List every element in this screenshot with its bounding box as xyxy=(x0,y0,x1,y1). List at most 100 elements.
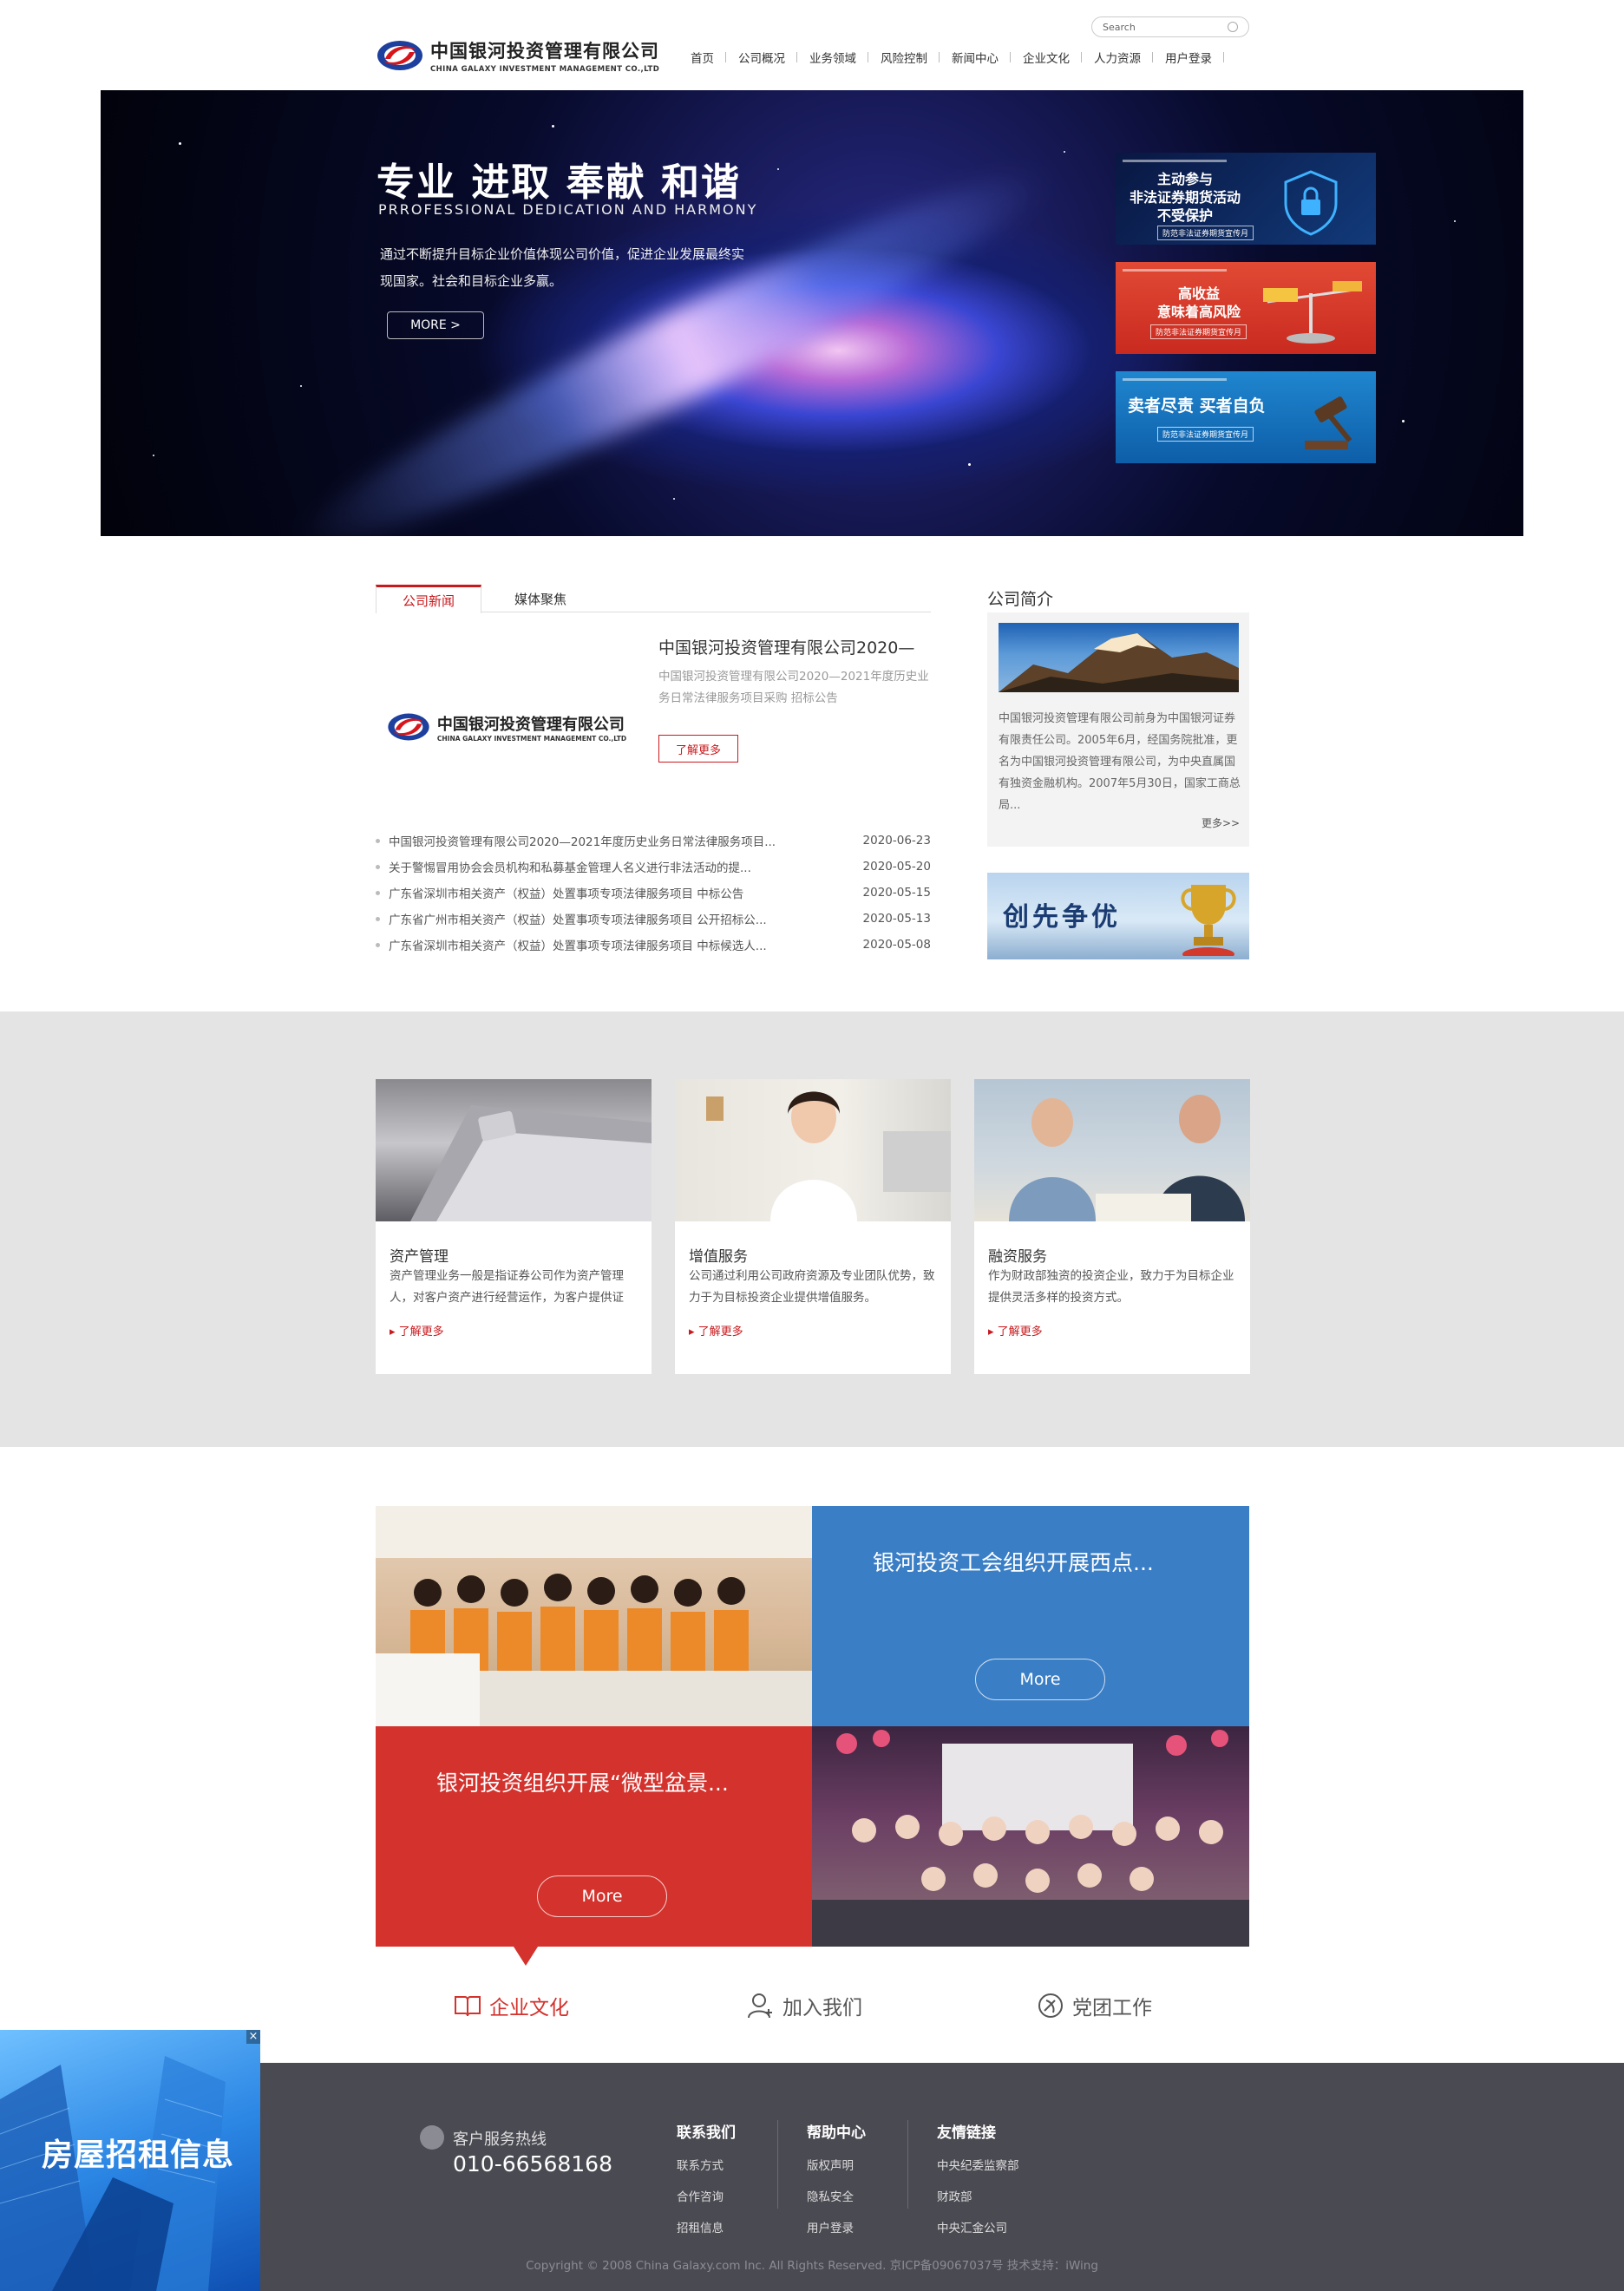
nav-item-business[interactable]: 业务领域 xyxy=(797,49,868,66)
chuangxian-banner[interactable]: 创先争优 xyxy=(987,873,1249,959)
culture-red-more-button[interactable]: More xyxy=(537,1875,667,1917)
footer-link[interactable]: 财政部 xyxy=(937,2187,1019,2204)
promo-banner-2[interactable]: 高收益 意味着高风险 防范非法证券期货宣传月 xyxy=(1116,262,1376,354)
culture-red-title[interactable]: 银河投资组织开展“微型盆景... xyxy=(436,1766,729,1797)
about-mountain-image xyxy=(999,623,1239,692)
footer-col-title: 帮助中心 xyxy=(807,2124,866,2142)
culture-photo-baking[interactable] xyxy=(376,1506,812,1726)
chuangxian-text: 创先争优 xyxy=(1003,902,1121,933)
star xyxy=(1064,151,1065,153)
service-card-asset[interactable]: 资产管理 资产管理业务一般是指证券公司作为资产管理人，对客户资产进行经营运作，为… xyxy=(376,1079,652,1374)
nav-item-risk[interactable]: 风险控制 xyxy=(868,49,940,66)
service-more-link[interactable]: ▸ 了解更多 xyxy=(988,1322,1043,1339)
tab-media-focus[interactable]: 媒体聚焦 xyxy=(506,585,575,612)
footer-link[interactable]: 合作咨询 xyxy=(677,2187,736,2204)
service-description: 作为财政部独资的投资企业，致力于为目标企业提供灵活多样的投资方式。 xyxy=(988,1269,1234,1305)
footer-link[interactable]: 用户登录 xyxy=(807,2218,866,2235)
bullet-icon xyxy=(376,838,380,843)
nav-item-home[interactable]: 首页 xyxy=(685,49,726,66)
star xyxy=(179,142,181,145)
culture-panel-blue: 银河投资工会组织开展西点... More xyxy=(812,1506,1249,1726)
culture-blue-more-button[interactable]: More xyxy=(975,1659,1105,1700)
promo-1-tag: 防范非法证券期货宣传月 xyxy=(1157,226,1254,240)
list-item[interactable]: 广东省深圳市相关资产（权益）处置事项专项法律服务项目 中标公告 2020-05-1… xyxy=(376,880,931,906)
nav-item-hr[interactable]: 人力资源 xyxy=(1082,49,1153,66)
promo-1-line3: 不受保护 xyxy=(1157,207,1214,224)
promo-1-line1: 主动参与 xyxy=(1157,171,1214,187)
star xyxy=(673,498,675,500)
featured-logo-cn: 中国银河投资管理有限公司 xyxy=(436,715,625,734)
tab-corporate-culture[interactable]: 企业文化 xyxy=(453,1990,569,2021)
promo-header-strip xyxy=(1123,160,1227,162)
culture-photo-group[interactable] xyxy=(812,1726,1249,1947)
phone-icon xyxy=(420,2125,444,2150)
hero-banner: 专业 进取 奉献 和谐 PRROFESSIONAL DEDICATION AND… xyxy=(101,90,1523,536)
service-more-link[interactable]: ▸ 了解更多 xyxy=(390,1322,444,1339)
nav-item-company[interactable]: 公司概况 xyxy=(726,49,797,66)
about-heading: 公司简介 xyxy=(987,590,1054,609)
service-more-link[interactable]: ▸ 了解更多 xyxy=(689,1322,743,1339)
list-item[interactable]: 关于警惕冒用协会会员机构和私募基金管理人名义进行非法活动的提... 2020-05… xyxy=(376,854,931,880)
list-item[interactable]: 广东省广州市相关资产（权益）处置事项专项法律服务项目 公开招标公... 2020-… xyxy=(376,906,931,932)
banner-more-button[interactable]: MORE > xyxy=(387,311,484,339)
service-card-financing[interactable]: 融资服务 作为财政部独资的投资企业，致力于为目标企业提供灵活多样的投资方式。 ▸… xyxy=(974,1079,1250,1374)
service-title: 增值服务 xyxy=(689,1248,748,1266)
news-item-title[interactable]: 广东省广州市相关资产（权益）处置事项专项法律服务项目 公开招标公... xyxy=(389,910,853,927)
footer-link[interactable]: 版权声明 xyxy=(807,2156,866,2173)
promo-header-strip xyxy=(1123,269,1227,272)
culture-panel-red: 银河投资组织开展“微型盆景... More xyxy=(376,1726,812,1947)
close-icon[interactable]: × xyxy=(246,2030,260,2044)
service-card-value-added[interactable]: 增值服务 公司通过利用公司政府资源及专业团队优势，致力于为目标投资企业提供增值服… xyxy=(675,1079,951,1374)
culture-blue-title[interactable]: 银河投资工会组织开展西点... xyxy=(873,1546,1154,1577)
floating-ad[interactable]: 房屋招租信息 xyxy=(0,2030,260,2291)
list-item[interactable]: 中国银河投资管理有限公司2020—2021年度历史业务日常法律服务项目... 20… xyxy=(376,828,931,854)
tab-join-us[interactable]: 加入我们 xyxy=(746,1990,862,2021)
nav-item-news[interactable]: 新闻中心 xyxy=(940,49,1011,66)
nav-item-culture[interactable]: 企业文化 xyxy=(1011,49,1082,66)
footer-link[interactable]: 招租信息 xyxy=(677,2218,736,2235)
banner-title: 专业 进取 奉献 和谐 xyxy=(377,160,741,205)
news-item-title[interactable]: 关于警惕冒用协会会员机构和私募基金管理人名义进行非法活动的提... xyxy=(389,858,853,875)
about-more-link[interactable]: 更多>> xyxy=(1202,815,1240,830)
search-icon[interactable] xyxy=(1228,22,1238,32)
news-item-title[interactable]: 中国银河投资管理有限公司2020—2021年度历史业务日常法律服务项目... xyxy=(389,832,853,849)
tab-label: 党团工作 xyxy=(1072,1997,1152,2019)
bullet-icon xyxy=(376,890,380,895)
scale-icon xyxy=(1263,281,1362,344)
promo-banner-1[interactable]: 主动参与 非法证券期货活动 不受保护 防范非法证券期货宣传月 xyxy=(1116,153,1376,245)
footer-link[interactable]: 隐私安全 xyxy=(807,2187,866,2204)
news-item-date: 2020-05-08 xyxy=(862,938,931,952)
tab-party-work[interactable]: 党团工作 xyxy=(1036,1990,1152,2021)
logo[interactable]: 中国银河投资管理有限公司 CHINA GALAXY INVESTMENT MAN… xyxy=(375,35,661,76)
news-item-title[interactable]: 广东省深圳市相关资产（权益）处置事项专项法律服务项目 中标候选人... xyxy=(389,936,853,953)
featured-news-title[interactable]: 中国银河投资管理有限公司2020— xyxy=(658,635,933,658)
logo-icon xyxy=(377,41,422,70)
footer-divider xyxy=(777,2120,778,2209)
logo-icon xyxy=(388,713,429,741)
service-image-card xyxy=(376,1079,652,1221)
footer-link[interactable]: 中央纪委监察部 xyxy=(937,2156,1019,2173)
promo-3-tag: 防范非法证券期货宣传月 xyxy=(1157,427,1254,442)
news-item-date: 2020-05-20 xyxy=(862,860,931,874)
nav-item-login[interactable]: 用户登录 xyxy=(1153,49,1224,66)
footer-link[interactable]: 中央汇金公司 xyxy=(937,2218,1019,2235)
banner-subtitle: PRROFESSIONAL DEDICATION AND HARMONY xyxy=(378,201,758,218)
news-item-title[interactable]: 广东省深圳市相关资产（权益）处置事项专项法律服务项目 中标公告 xyxy=(389,884,853,901)
featured-news-description: 中国银河投资管理有限公司2020—2021年度历史业务日常法律服务项目采购 招标… xyxy=(658,670,929,705)
book-icon xyxy=(455,1996,481,2017)
tab-company-news[interactable]: 公司新闻 xyxy=(376,585,481,613)
featured-news-image[interactable]: 中国银河投资管理有限公司 CHINA GALAXY INVESTMENT MAN… xyxy=(376,632,636,822)
credit-card-illustration xyxy=(410,1105,652,1221)
list-item[interactable]: 广东省深圳市相关资产（权益）处置事项专项法律服务项目 中标候选人... 2020-… xyxy=(376,932,931,958)
footer-col-links: 友情链接 中央纪委监察部 财政部 中央汇金公司 xyxy=(937,2120,1019,2235)
search-input[interactable]: Search xyxy=(1091,16,1249,37)
featured-more-button[interactable]: 了解更多 xyxy=(658,735,738,763)
star xyxy=(777,168,779,170)
tab-label: 加入我们 xyxy=(783,1997,862,2019)
hotline-number: 010-66568168 xyxy=(453,2151,612,2176)
promo-banner-3[interactable]: 卖者尽责 买者自负 防范非法证券期货宣传月 xyxy=(1116,371,1376,463)
footer-link[interactable]: 联系方式 xyxy=(677,2156,736,2173)
group-photo-illustration xyxy=(376,1506,812,1726)
footer-col-help: 帮助中心 版权声明 隐私安全 用户登录 xyxy=(807,2120,866,2235)
service-description: 资产管理业务一般是指证券公司作为资产管理人，对客户资产进行经营运作，为客户提供证 xyxy=(390,1269,624,1305)
